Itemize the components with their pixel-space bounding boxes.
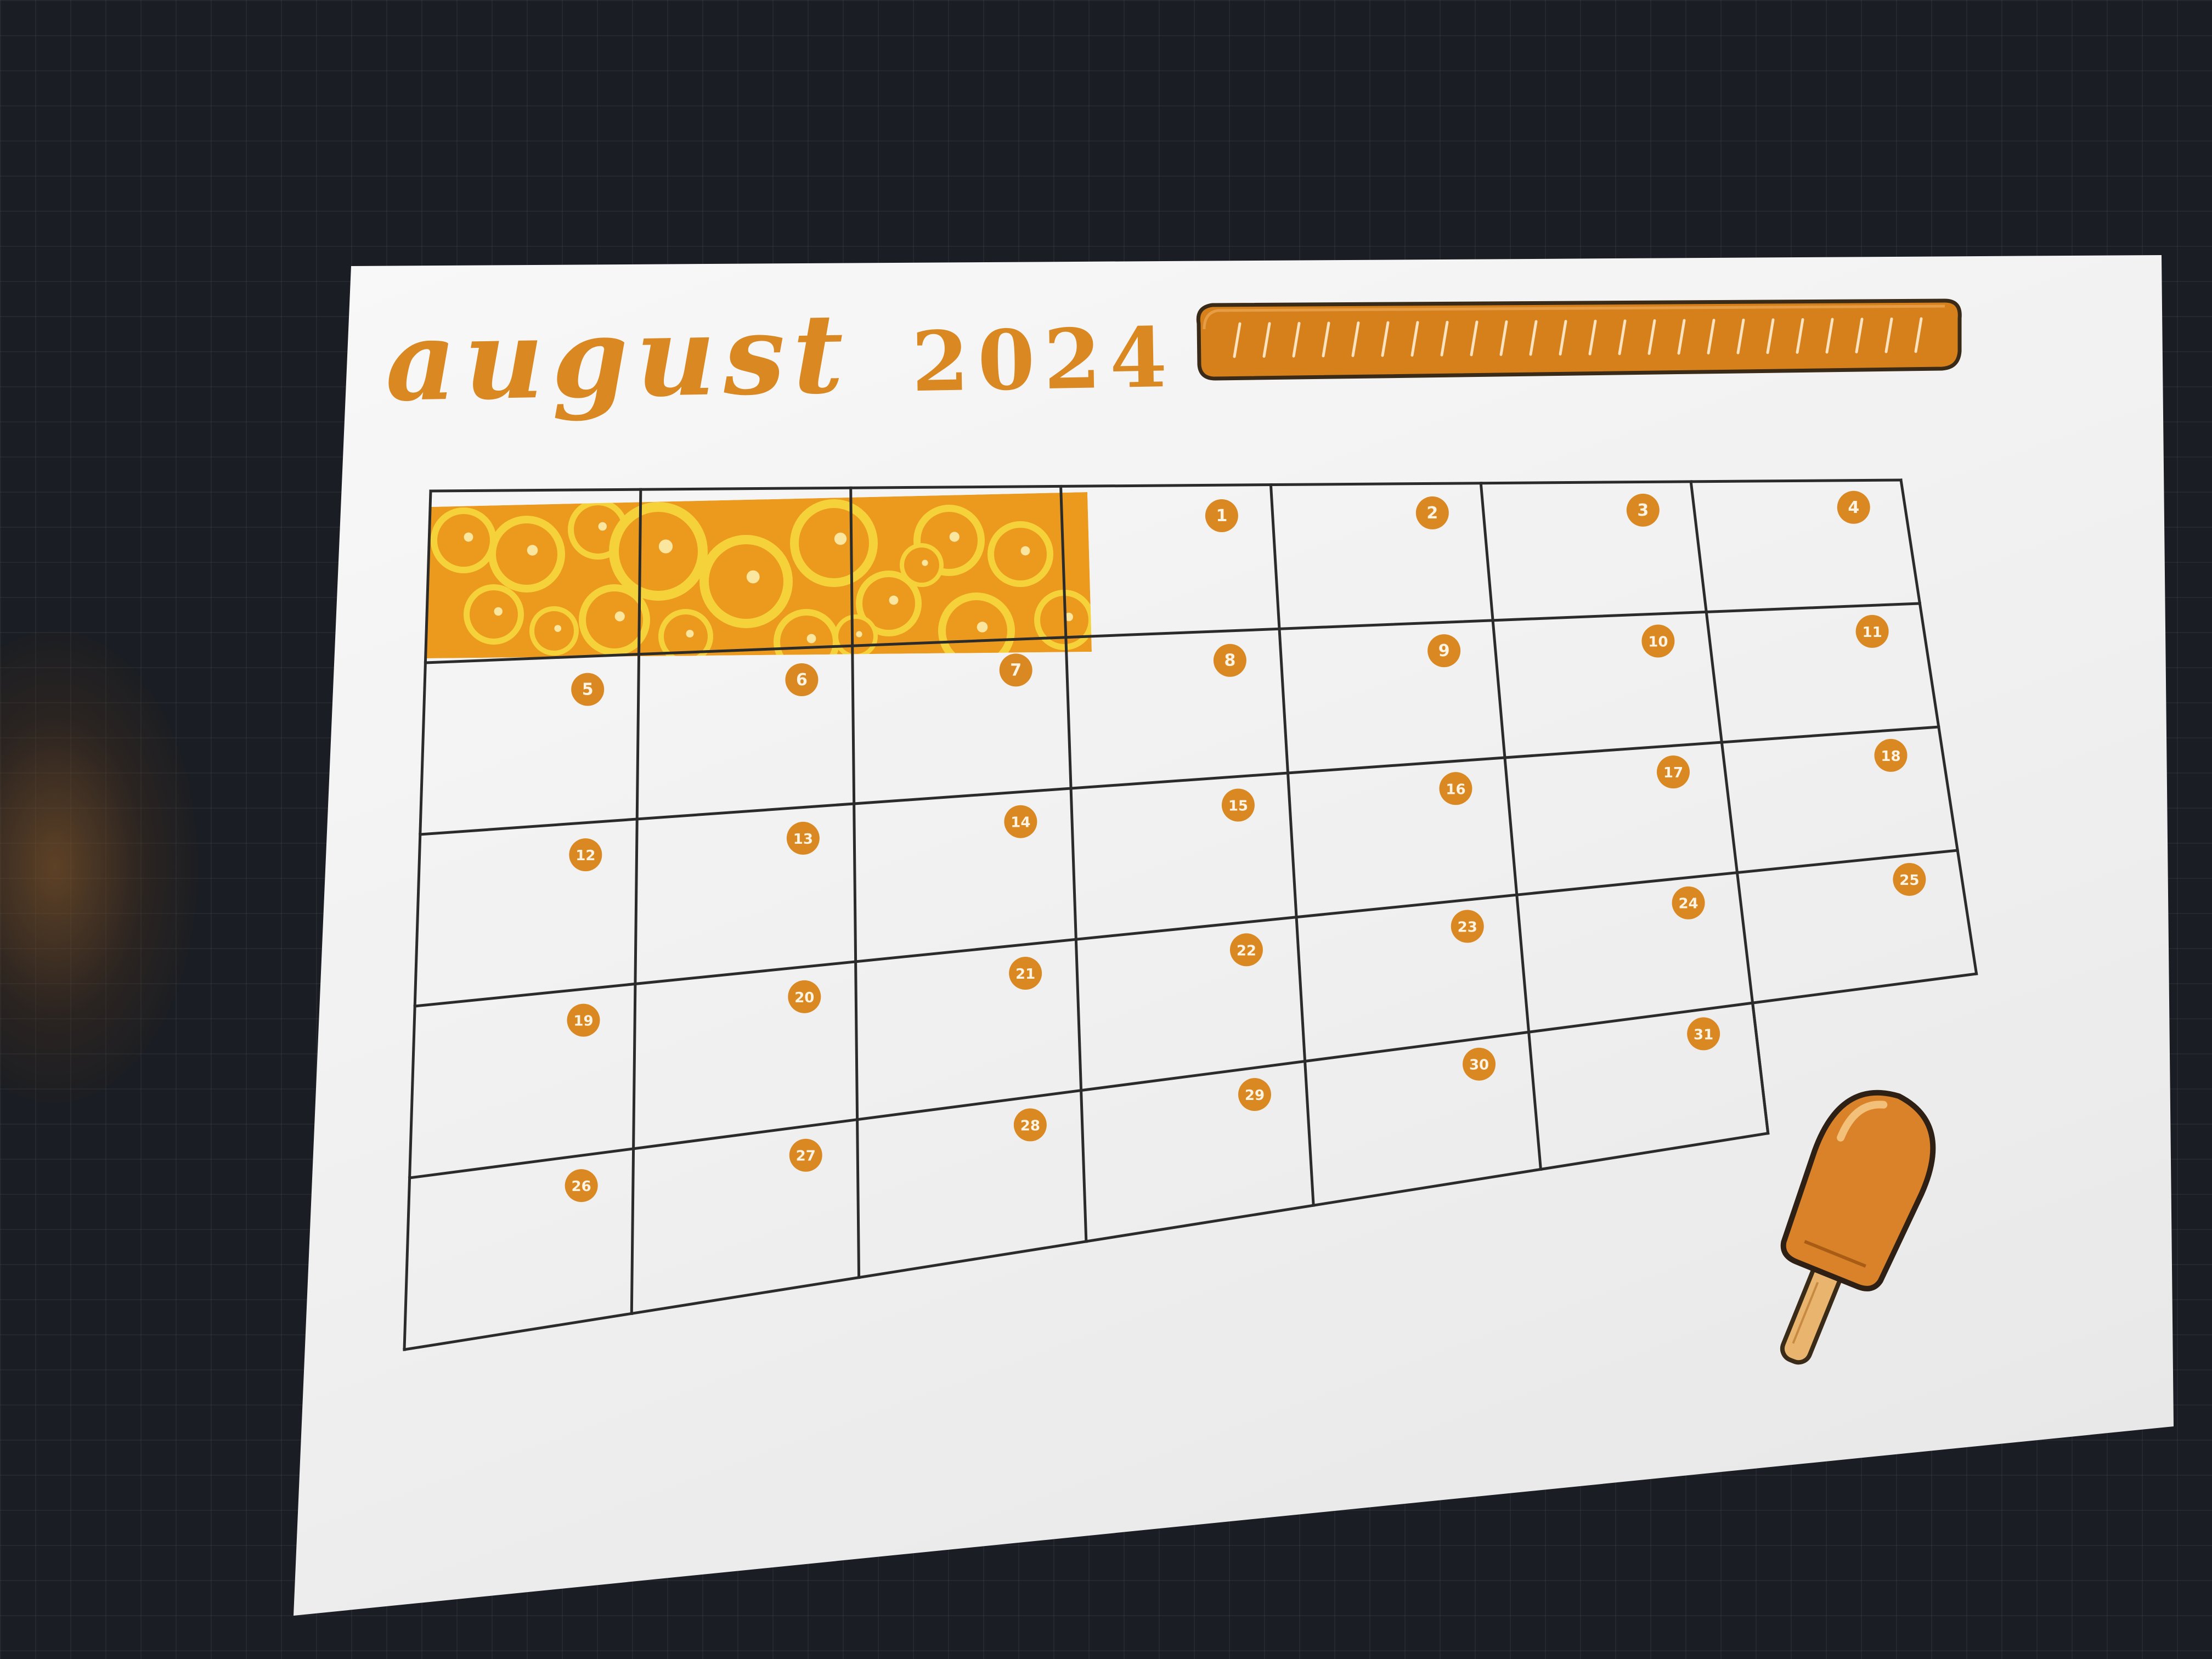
date-number: 2 xyxy=(1426,504,1438,523)
calendar-drawing: 1 2 3 456789 1011121314151617181920212223242… xyxy=(403,298,1978,1365)
date-badge: 2 xyxy=(1415,496,1449,529)
date-number: 14 xyxy=(1011,815,1030,831)
date-number: 19 xyxy=(573,1013,593,1030)
date-number: 18 xyxy=(1881,748,1900,765)
date-badge: 9 xyxy=(1427,634,1461,668)
orange-slice-icon xyxy=(988,521,1053,587)
date-badge: 31 xyxy=(1687,1017,1720,1051)
date-badge: 18 xyxy=(1874,738,1908,772)
date-badge: 17 xyxy=(1656,755,1690,789)
date-badge: 21 xyxy=(1009,957,1042,990)
date-badge: 20 xyxy=(788,980,821,1013)
date-badge: 29 xyxy=(1238,1078,1271,1111)
date-badge: 1 xyxy=(1205,499,1238,532)
date-badge: 28 xyxy=(1013,1108,1047,1142)
date-badge: 6 xyxy=(785,663,819,696)
date-badge: 15 xyxy=(1221,788,1255,822)
date-number: 11 xyxy=(1863,624,1882,641)
date-number: 28 xyxy=(1020,1118,1040,1134)
date-badge: 27 xyxy=(789,1138,822,1172)
date-badge: 5 xyxy=(571,673,605,706)
date-badge: 13 xyxy=(786,821,820,855)
orange-slice-icon xyxy=(790,499,878,587)
date-number: 27 xyxy=(796,1148,816,1165)
date-badge: 8 xyxy=(1213,644,1246,677)
date-badge: 30 xyxy=(1463,1047,1496,1081)
orange-slice-icon xyxy=(699,535,793,628)
date-number: 26 xyxy=(572,1178,591,1195)
grid-line xyxy=(419,725,1940,836)
grid-line xyxy=(1269,483,1315,1207)
date-number: 22 xyxy=(1237,943,1256,959)
date-badge: 19 xyxy=(567,1003,600,1037)
orange-slice-icon xyxy=(488,516,565,592)
date-badge: 3 xyxy=(1626,493,1660,527)
date-badge: 23 xyxy=(1451,910,1484,943)
grid-line xyxy=(403,489,432,1351)
grid-line xyxy=(429,478,1903,493)
popsicle-icon xyxy=(1780,1090,1936,1365)
date-badge: 14 xyxy=(1004,805,1037,838)
date-number: 9 xyxy=(1438,641,1450,661)
date-badge: 7 xyxy=(999,653,1032,687)
date-badge: 10 xyxy=(1641,624,1675,658)
grid-line xyxy=(413,849,1959,1008)
striped-banner-decoration xyxy=(1196,298,1962,381)
date-number: 17 xyxy=(1663,765,1683,781)
date-number: 21 xyxy=(1015,966,1035,983)
orange-slice-icon xyxy=(431,507,496,573)
grid-line xyxy=(1899,478,1978,975)
orange-slice-icon xyxy=(900,543,944,587)
date-number: 24 xyxy=(1678,896,1698,912)
orange-slice-icon xyxy=(834,614,878,658)
orange-slice-icon xyxy=(658,609,713,658)
date-number: 23 xyxy=(1458,919,1477,936)
date-number: 8 xyxy=(1224,651,1235,670)
calendar-grid xyxy=(403,478,1978,1351)
date-number: 29 xyxy=(1245,1087,1265,1104)
date-number: 10 xyxy=(1648,634,1668,650)
date-badge: 26 xyxy=(565,1169,598,1203)
date-badge: 11 xyxy=(1855,614,1889,648)
date-number: 31 xyxy=(1694,1026,1713,1043)
date-number: 15 xyxy=(1228,798,1248,815)
orange-slices-pattern xyxy=(426,492,1092,658)
date-badge: 22 xyxy=(1229,933,1263,967)
date-number: 4 xyxy=(1848,498,1859,517)
date-number: 7 xyxy=(1010,661,1022,680)
date-number: 6 xyxy=(796,670,808,690)
orange-slice-icon xyxy=(529,606,579,656)
date-number: 5 xyxy=(582,680,594,699)
orange-slice-icon xyxy=(464,584,524,645)
grid-line xyxy=(408,972,1978,1180)
date-number: 30 xyxy=(1469,1057,1489,1074)
date-number: 20 xyxy=(794,990,814,1006)
date-number: 12 xyxy=(575,848,595,864)
date-number: 25 xyxy=(1899,872,1919,889)
date-badge: 12 xyxy=(569,838,602,872)
date-number: 16 xyxy=(1446,781,1465,798)
date-number: 1 xyxy=(1216,506,1227,526)
date-badge: 4 xyxy=(1837,490,1870,524)
orange-slice-icon xyxy=(938,592,1015,658)
date-number: 3 xyxy=(1637,501,1649,520)
date-badge: 24 xyxy=(1672,886,1705,919)
date-number: 13 xyxy=(793,831,813,848)
date-badge: 25 xyxy=(1893,862,1926,896)
date-badge: 16 xyxy=(1439,772,1472,805)
